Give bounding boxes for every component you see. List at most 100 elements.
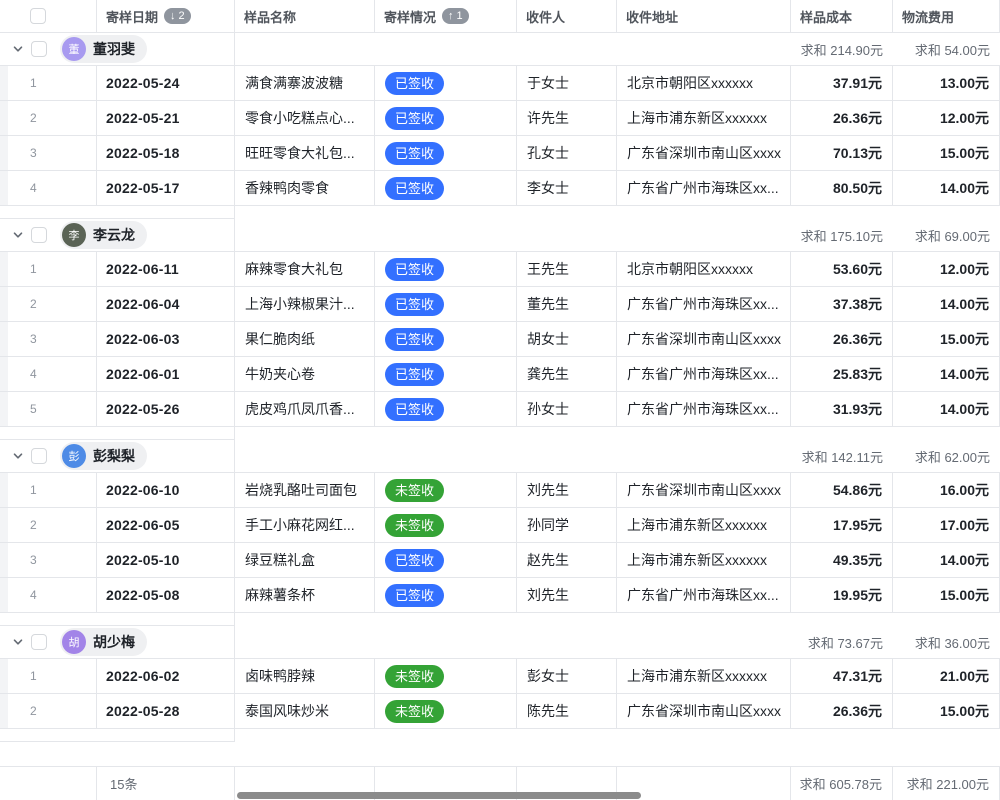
cost-cell[interactable]: 26.36元 [791, 322, 893, 357]
date-cell[interactable]: 2022-05-18 [97, 136, 235, 171]
column-header-shipping[interactable]: 物流费用 [893, 0, 1000, 32]
row-number-cell[interactable]: 2 [0, 287, 97, 322]
status-cell[interactable]: 已签收 [375, 66, 517, 101]
sample-name-cell[interactable]: 泰国风味炒米 [235, 694, 375, 729]
shipping-cell[interactable]: 14.00元 [893, 287, 1000, 322]
cost-cell[interactable]: 26.36元 [791, 694, 893, 729]
status-cell[interactable]: 已签收 [375, 252, 517, 287]
row-number-cell[interactable]: 4 [0, 578, 97, 613]
address-cell[interactable]: 上海市浦东新区xxxxxx [617, 659, 791, 694]
cost-cell[interactable]: 26.36元 [791, 101, 893, 136]
date-cell[interactable]: 2022-06-11 [97, 252, 235, 287]
address-cell[interactable]: 广东省广州市海珠区xx... [617, 171, 791, 206]
shipping-cell[interactable]: 12.00元 [893, 252, 1000, 287]
date-cell[interactable]: 2022-06-05 [97, 508, 235, 543]
address-cell[interactable]: 广东省广州市海珠区xx... [617, 392, 791, 427]
shipping-cell[interactable]: 16.00元 [893, 473, 1000, 508]
status-cell[interactable]: 已签收 [375, 101, 517, 136]
status-cell[interactable]: 已签收 [375, 322, 517, 357]
status-cell[interactable]: 未签收 [375, 659, 517, 694]
recipient-cell[interactable]: 龚先生 [517, 357, 617, 392]
recipient-cell[interactable]: 许先生 [517, 101, 617, 136]
column-header-name[interactable]: 样品名称 [235, 0, 375, 32]
shipping-cell[interactable]: 15.00元 [893, 322, 1000, 357]
date-cell[interactable]: 2022-06-04 [97, 287, 235, 322]
column-header-address[interactable]: 收件地址 [617, 0, 791, 32]
shipping-cell[interactable]: 14.00元 [893, 357, 1000, 392]
shipping-cell[interactable]: 13.00元 [893, 66, 1000, 101]
shipping-cell[interactable]: 14.00元 [893, 171, 1000, 206]
row-number-cell[interactable]: 4 [0, 171, 97, 206]
recipient-cell[interactable]: 刘先生 [517, 473, 617, 508]
row-number-cell[interactable]: 3 [0, 136, 97, 171]
cost-cell[interactable]: 37.91元 [791, 66, 893, 101]
recipient-cell[interactable]: 彭女士 [517, 659, 617, 694]
shipping-cell[interactable]: 15.00元 [893, 136, 1000, 171]
sample-name-cell[interactable]: 卤味鸭脖辣 [235, 659, 375, 694]
row-number-cell[interactable]: 3 [0, 322, 97, 357]
cost-cell[interactable]: 54.86元 [791, 473, 893, 508]
date-cell[interactable]: 2022-05-21 [97, 101, 235, 136]
sample-name-cell[interactable]: 麻辣零食大礼包 [235, 252, 375, 287]
cost-cell[interactable]: 80.50元 [791, 171, 893, 206]
shipping-cell[interactable]: 12.00元 [893, 101, 1000, 136]
date-cell[interactable]: 2022-05-28 [97, 694, 235, 729]
sample-name-cell[interactable]: 旺旺零食大礼包... [235, 136, 375, 171]
group-header-row[interactable]: 彭彭梨梨求和 142.11元求和 62.00元 [0, 440, 1000, 473]
date-cell[interactable]: 2022-05-10 [97, 543, 235, 578]
status-cell[interactable]: 已签收 [375, 136, 517, 171]
chevron-down-icon[interactable] [12, 450, 24, 462]
sample-name-cell[interactable]: 果仁脆肉纸 [235, 322, 375, 357]
recipient-cell[interactable]: 刘先生 [517, 578, 617, 613]
group-header-row[interactable]: 李李云龙求和 175.10元求和 69.00元 [0, 219, 1000, 252]
status-cell[interactable]: 已签收 [375, 171, 517, 206]
recipient-cell[interactable]: 孙同学 [517, 508, 617, 543]
row-number-cell[interactable]: 4 [0, 357, 97, 392]
status-cell[interactable]: 已签收 [375, 287, 517, 322]
address-cell[interactable]: 广东省广州市海珠区xx... [617, 578, 791, 613]
sample-name-cell[interactable]: 牛奶夹心卷 [235, 357, 375, 392]
row-number-cell[interactable]: 1 [0, 659, 97, 694]
cost-cell[interactable]: 25.83元 [791, 357, 893, 392]
recipient-cell[interactable]: 董先生 [517, 287, 617, 322]
recipient-cell[interactable]: 孔女士 [517, 136, 617, 171]
select-all-checkbox[interactable] [30, 8, 46, 24]
chevron-down-icon[interactable] [12, 229, 24, 241]
cost-cell[interactable]: 49.35元 [791, 543, 893, 578]
address-cell[interactable]: 广东省深圳市南山区xxxx [617, 322, 791, 357]
cost-cell[interactable]: 37.38元 [791, 287, 893, 322]
address-cell[interactable]: 上海市浦东新区xxxxxx [617, 508, 791, 543]
address-cell[interactable]: 北京市朝阳区xxxxxx [617, 66, 791, 101]
shipping-cell[interactable]: 17.00元 [893, 508, 1000, 543]
shipping-cell[interactable]: 21.00元 [893, 659, 1000, 694]
group-header-row[interactable]: 董董羽斐求和 214.90元求和 54.00元 [0, 33, 1000, 66]
date-cell[interactable]: 2022-06-03 [97, 322, 235, 357]
address-cell[interactable]: 广东省广州市海珠区xx... [617, 357, 791, 392]
address-cell[interactable]: 上海市浦东新区xxxxxx [617, 543, 791, 578]
column-header-recipient[interactable]: 收件人 [517, 0, 617, 32]
shipping-cell[interactable]: 15.00元 [893, 694, 1000, 729]
row-number-cell[interactable]: 1 [0, 473, 97, 508]
row-number-cell[interactable]: 3 [0, 543, 97, 578]
column-header-status[interactable]: 寄样情况 ↑1 [375, 0, 517, 32]
date-cell[interactable]: 2022-05-08 [97, 578, 235, 613]
group-checkbox[interactable] [31, 634, 47, 650]
group-header-row[interactable]: 胡胡少梅求和 73.67元求和 36.00元 [0, 626, 1000, 659]
sample-name-cell[interactable]: 香辣鸭肉零食 [235, 171, 375, 206]
address-cell[interactable]: 广东省深圳市南山区xxxx [617, 473, 791, 508]
horizontal-scrollbar[interactable] [237, 792, 641, 799]
column-header-cost[interactable]: 样品成本 [791, 0, 893, 32]
sample-name-cell[interactable]: 上海小辣椒果汁... [235, 287, 375, 322]
sample-name-cell[interactable]: 手工小麻花网红... [235, 508, 375, 543]
sample-name-cell[interactable]: 岩烧乳酪吐司面包 [235, 473, 375, 508]
address-cell[interactable]: 北京市朝阳区xxxxxx [617, 252, 791, 287]
sort-ascending-badge[interactable]: ↑1 [442, 8, 469, 24]
status-cell[interactable]: 已签收 [375, 578, 517, 613]
recipient-cell[interactable]: 王先生 [517, 252, 617, 287]
status-cell[interactable]: 未签收 [375, 508, 517, 543]
row-number-cell[interactable]: 1 [0, 66, 97, 101]
row-number-cell[interactable]: 2 [0, 101, 97, 136]
shipping-cell[interactable]: 14.00元 [893, 392, 1000, 427]
chevron-down-icon[interactable] [12, 43, 24, 55]
row-number-cell[interactable]: 2 [0, 508, 97, 543]
